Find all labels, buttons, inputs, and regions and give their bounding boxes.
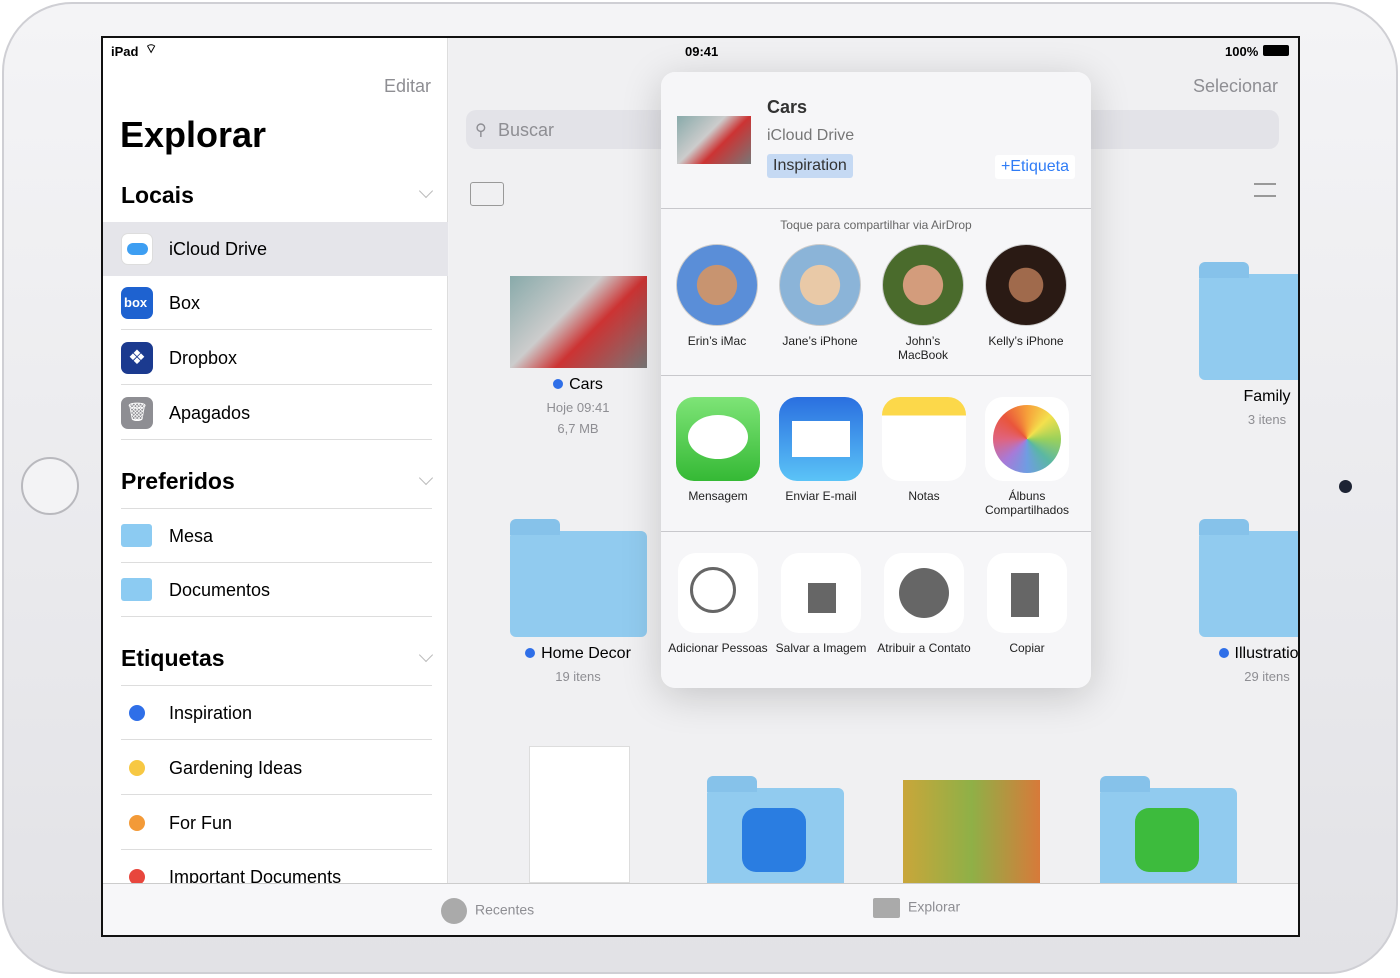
clock-icon (441, 898, 467, 924)
keynote-folder[interactable] (707, 776, 844, 894)
photos-icon (985, 397, 1069, 481)
clock: 09:41 (685, 44, 719, 59)
airdrop-hint: Toque para compartilhar via AirDrop (780, 218, 972, 232)
folder-icon (121, 578, 152, 601)
share-notes[interactable]: Notas (871, 397, 977, 503)
trash-icon: 🗑 (121, 397, 153, 429)
avatar (882, 244, 964, 326)
folder-icon (1198, 519, 1298, 637)
sidebar: Editar Explorar Locais iCloud Drive box B… (103, 38, 448, 887)
share-mail[interactable]: Enviar E-mail (768, 397, 874, 503)
add-people-icon (678, 553, 758, 633)
avatar (985, 244, 1067, 326)
home-button[interactable] (21, 457, 79, 515)
folder-illustrations[interactable]: Illustrations 29 itens (1177, 519, 1298, 684)
device-name: iPad (111, 44, 139, 59)
contact-icon (884, 553, 964, 633)
camera (1339, 480, 1352, 493)
tag-inspiration[interactable]: Inspiration (767, 154, 853, 178)
dropbox-icon: ❖ (121, 342, 153, 374)
airdrop-john[interactable]: John’s MacBook (881, 244, 965, 362)
battery-icon (1263, 45, 1289, 56)
new-folder-icon[interactable] (470, 182, 504, 206)
sidebar-item-dropbox[interactable]: ❖ Dropbox (103, 331, 448, 385)
airdrop-jane[interactable]: Jane’s iPhone (778, 244, 862, 348)
sidebar-tag-gardening[interactable]: Gardening Ideas (103, 741, 448, 795)
numbers-folder[interactable] (1100, 776, 1237, 894)
airdrop-kelly[interactable]: Kelly’s iPhone (984, 244, 1068, 348)
folder-icon (121, 524, 152, 547)
share-sheet: Cars iCloud Drive Inspiration +Etiqueta … (661, 72, 1091, 688)
share-messages[interactable]: Mensagem (665, 397, 771, 503)
sidebar-item-box[interactable]: box Box (103, 276, 448, 330)
folder-home-decor[interactable]: Home Decor 19 itens (488, 519, 668, 684)
tag-dot (129, 815, 145, 831)
sidebar-item-deleted[interactable]: 🗑 Apagados (103, 386, 448, 440)
folder-icon (509, 519, 647, 637)
sidebar-tag-inspiration[interactable]: Inspiration (103, 686, 448, 740)
tag-dot (129, 760, 145, 776)
folder-icon (1198, 262, 1298, 380)
photo-thumbnail[interactable] (903, 780, 1040, 883)
file-thumbnail (677, 116, 751, 164)
add-tag-button[interactable]: +Etiqueta (994, 155, 1075, 179)
tab-recents[interactable]: Recentes (441, 898, 534, 924)
document-thumbnail[interactable] (529, 746, 630, 883)
wifi-icon: ⌔ (145, 41, 158, 56)
battery-level: 100% (1225, 44, 1259, 59)
box-icon: box (121, 287, 153, 319)
screen: iPad ⌔ 09:41 100% Editar Explorar Locais… (101, 36, 1300, 937)
sidebar-item-desktop[interactable]: Mesa (103, 509, 448, 563)
notes-icon (882, 397, 966, 481)
file-cars[interactable]: Cars Hoje 09:41 6,7 MB (488, 276, 668, 436)
cars-thumbnail (509, 276, 647, 368)
tag-dot (129, 705, 145, 721)
icloud-icon (121, 233, 153, 265)
list-view-icon[interactable] (1254, 183, 1276, 197)
mail-icon (779, 397, 863, 481)
action-copy[interactable]: Copiar (974, 553, 1080, 655)
share-shared-albums[interactable]: Álbuns Compartilhados (974, 397, 1080, 517)
save-image-icon (781, 553, 861, 633)
page-title: Explorar (120, 114, 267, 155)
file-name: Cars (767, 97, 808, 117)
edit-button[interactable]: Editar (384, 76, 431, 97)
avatar (779, 244, 861, 326)
copy-icon (987, 553, 1067, 633)
tab-bar: Recentes Explorar (103, 883, 1298, 935)
sidebar-tag-for-fun[interactable]: For Fun (103, 796, 448, 850)
avatar (676, 244, 758, 326)
keynote-icon (742, 808, 806, 872)
folder-family[interactable]: Family 3 itens (1177, 262, 1298, 427)
chevron-down-icon[interactable] (418, 183, 434, 199)
section-locations[interactable]: Locais (121, 182, 194, 209)
status-bar: iPad ⌔ 09:41 100% (103, 38, 1298, 60)
messages-icon (676, 397, 760, 481)
search-icon: ⚲ (475, 122, 487, 139)
sidebar-item-icloud-drive[interactable]: iCloud Drive (103, 222, 448, 276)
action-add-people[interactable]: Adicionar Pessoas (665, 553, 771, 655)
airdrop-erin[interactable]: Erin’s iMac (675, 244, 759, 348)
tab-browse[interactable]: Explorar (873, 898, 960, 918)
action-assign-contact[interactable]: Atribuir a Contato (871, 553, 977, 655)
action-save-image[interactable]: Salvar a Imagem (768, 553, 874, 655)
file-location: iCloud Drive (767, 127, 855, 144)
select-button[interactable]: Selecionar (1193, 76, 1278, 97)
folder-icon (873, 898, 900, 918)
sidebar-item-documents[interactable]: Documentos (103, 563, 448, 617)
numbers-icon (1135, 808, 1199, 872)
